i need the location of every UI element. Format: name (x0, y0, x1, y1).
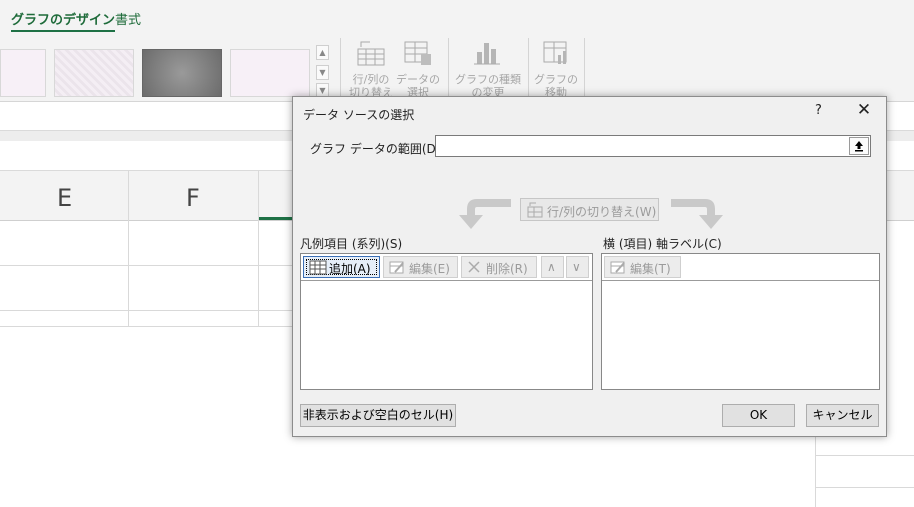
chart-style-swatch[interactable] (142, 49, 222, 97)
curved-arrow-left-icon (459, 199, 511, 229)
ribbon-divider (584, 38, 585, 98)
delete-icon (468, 261, 480, 273)
column-divider (258, 171, 259, 326)
add-series-label: 追加(A) (329, 262, 371, 276)
select-data-source-dialog: データ ソースの選択 ? ✕ グラフ データの範囲(D): 行/列の切り替え(W… (292, 96, 887, 437)
edit-axis-labels-button[interactable]: 編集(T) (604, 256, 681, 278)
chart-data-range-label: グラフ データの範囲(D): (310, 142, 445, 156)
gallery-scroll-down-icon[interactable]: ▼ (316, 65, 329, 80)
column-header-e[interactable]: E (57, 184, 72, 212)
delete-series-label: 削除(R) (486, 262, 528, 276)
dialog-title: データ ソースの選択 (303, 108, 415, 122)
chart-data-range-input[interactable] (435, 135, 871, 157)
row-divider (0, 326, 292, 327)
legend-entries-list[interactable]: 追加(A) 編集(E) 削除(R) ∧ ∨ (300, 253, 593, 390)
column-header-f[interactable]: F (186, 184, 200, 212)
cancel-button[interactable]: キャンセル (806, 404, 879, 427)
legend-entries-label: 凡例項目 (系列)(S) (300, 237, 403, 251)
row-divider (0, 265, 292, 266)
axis-toolbar: 編集(T) (602, 254, 879, 281)
row-divider (815, 455, 914, 456)
column-divider (815, 437, 816, 507)
edit-icon (389, 261, 404, 274)
ribbon-divider (528, 38, 529, 98)
edit-series-button[interactable]: 編集(E) (383, 256, 458, 278)
row-divider (0, 310, 292, 311)
switch-row-column-label: 行/列の切り替え(W) (547, 205, 657, 219)
close-icon[interactable]: ✕ (855, 100, 873, 120)
collapse-dialog-icon[interactable] (849, 137, 869, 155)
selected-column-indicator (259, 217, 293, 220)
hidden-empty-cells-button[interactable]: 非表示および空白のセル(H) (300, 404, 456, 427)
ribbon-divider (448, 38, 449, 98)
ribbon-divider (340, 38, 341, 98)
gallery-scroll-up-icon[interactable]: ▲ (316, 45, 329, 60)
switch-row-column-button[interactable]: 行/列の切り替え(W) (520, 198, 659, 221)
axis-labels-label: 横 (項目) 軸ラベル(C) (603, 237, 722, 251)
ok-button[interactable]: OK (722, 404, 795, 427)
edit-icon (610, 261, 625, 274)
switch-row-column-icon[interactable] (356, 40, 386, 66)
tab-chart-design[interactable]: グラフのデザイン (11, 9, 116, 32)
chart-style-swatch[interactable] (54, 49, 134, 97)
add-series-button[interactable]: 追加(A) (303, 256, 380, 278)
move-down-icon: ∨ (572, 260, 581, 274)
axis-labels-list[interactable]: 編集(T) (601, 253, 880, 390)
tab-format[interactable]: 書式 (115, 9, 141, 28)
select-data-icon[interactable] (403, 40, 433, 66)
edit-series-label: 編集(E) (409, 262, 450, 276)
move-up-icon: ∧ (547, 260, 556, 274)
curved-arrow-right-icon (671, 199, 723, 229)
move-down-button[interactable]: ∨ (566, 256, 589, 278)
chart-style-swatch[interactable] (230, 49, 310, 97)
legend-toolbar: 追加(A) 編集(E) 削除(R) ∧ ∨ (301, 254, 592, 281)
change-chart-type-icon[interactable] (472, 40, 502, 66)
ribbon-tab-bar: グラフのデザイン 書式 (0, 0, 914, 32)
column-divider (128, 171, 129, 326)
edit-axis-labels-label: 編集(T) (630, 262, 671, 276)
row-divider (815, 487, 914, 488)
delete-series-button[interactable]: 削除(R) (461, 256, 537, 278)
chart-style-swatch[interactable] (0, 49, 46, 97)
move-up-button[interactable]: ∧ (541, 256, 564, 278)
add-table-icon (309, 260, 327, 275)
switch-row-column-icon (527, 202, 543, 218)
help-icon[interactable]: ? (815, 103, 822, 118)
move-chart-icon[interactable] (542, 40, 572, 66)
